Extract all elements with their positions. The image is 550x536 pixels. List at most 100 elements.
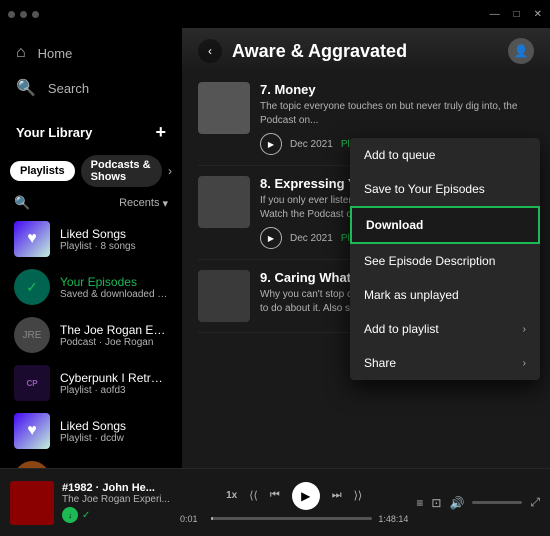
ctx-mark-unplayed[interactable]: Mark as unplayed	[350, 278, 540, 312]
sidebar-item-search[interactable]: 🔍 Search	[0, 70, 182, 106]
episode-7-play-button[interactable]: ▶	[260, 133, 282, 155]
skip-forward-button[interactable]: ⏭	[332, 489, 342, 502]
user-icon[interactable]: 👤	[508, 38, 534, 64]
sidebar-search-label: Search	[48, 81, 89, 96]
player-track-title: #1982 · John He...	[62, 482, 172, 494]
tab-playlists[interactable]: Playlists	[10, 161, 75, 181]
library-search-row: 🔍 Recents ▾	[0, 191, 182, 215]
ctx-add-queue[interactable]: Add to queue	[350, 138, 540, 172]
your-episodes-thumb: ✓	[14, 269, 50, 305]
library-header: Your Library +	[0, 114, 182, 151]
liked-songs-2-info: Liked Songs Playlist · dcdw	[60, 419, 126, 444]
home-icon: ⌂	[16, 44, 26, 62]
tab-arrow-icon: ›	[168, 164, 172, 178]
episode-9-thumb	[198, 270, 250, 322]
liked-songs-title: Liked Songs	[60, 227, 136, 241]
back-button[interactable]: ‹	[198, 39, 222, 63]
time-current: 0:01	[180, 514, 205, 524]
ctx-save-episodes[interactable]: Save to Your Episodes	[350, 172, 540, 206]
jre-title: The Joe Rogan Experi...	[60, 323, 168, 337]
liked-songs-2-thumb: ♥	[14, 413, 50, 449]
library-item-cyberpunk[interactable]: CP Cyberpunk I Retro Future Playlist · a…	[0, 359, 182, 407]
minimize-button[interactable]: —	[490, 9, 500, 20]
forward-button[interactable]: ⟩⟩	[354, 489, 363, 502]
player-buttons: 1x ⟨⟨ ⏮ ▶ ⏭ ⟩⟩	[226, 482, 362, 510]
titlebar-dots	[8, 11, 39, 18]
library-item-taylor-swift[interactable]: TS Taylor Swift Artist	[0, 455, 182, 468]
close-button[interactable]: ✕	[534, 9, 542, 20]
player-badges: ↓ ✓	[62, 507, 172, 523]
sidebar-item-home[interactable]: ⌂ Home	[0, 36, 182, 70]
player-thumbnail	[10, 481, 54, 525]
episode-8-date: Dec 2021	[290, 233, 333, 244]
ctx-download[interactable]: Download	[350, 206, 540, 244]
play-pause-button[interactable]: ▶	[292, 482, 320, 510]
library-search-icon[interactable]: 🔍	[14, 195, 30, 211]
episode-8-play-button[interactable]: ▶	[260, 227, 282, 249]
your-episodes-title: Your Episodes	[60, 275, 168, 289]
library-item-jre[interactable]: JRE The Joe Rogan Experi... Podcast · Jo…	[0, 311, 182, 359]
sidebar-nav: ⌂ Home 🔍 Search	[0, 28, 182, 114]
library-item-liked-songs-2[interactable]: ♥ Liked Songs Playlist · dcdw	[0, 407, 182, 455]
devices-icon[interactable]: ⊡	[431, 496, 441, 510]
dot-1	[8, 11, 15, 18]
ctx-see-description[interactable]: See Episode Description	[350, 244, 540, 278]
window-controls: — □ ✕	[490, 9, 542, 20]
jre-info: The Joe Rogan Experi... Podcast · Joe Ro…	[60, 323, 168, 348]
progress-bar[interactable]	[211, 517, 372, 520]
rewind-button[interactable]: ⟨⟨	[249, 489, 258, 502]
library-item-liked-songs[interactable]: ♥ Liked Songs Playlist · 8 songs	[0, 215, 182, 263]
progress-fill	[211, 517, 213, 520]
main-layout: ⌂ Home 🔍 Search Your Library + Playlists…	[0, 28, 550, 468]
episode-7-number: 7. Money	[260, 82, 534, 97]
podcast-title: Aware & Aggravated	[232, 41, 498, 62]
taylor-thumb: TS	[14, 461, 50, 468]
dot-3	[32, 11, 39, 18]
your-episodes-sub: Saved & downloaded ep...	[60, 289, 168, 300]
maximize-button[interactable]: □	[514, 9, 520, 20]
player-right-controls: ≡ ⊡ 🔊 ⤢	[416, 495, 540, 510]
library-list: ♥ Liked Songs Playlist · 8 songs ✓ Your …	[0, 215, 182, 468]
sidebar-home-label: Home	[38, 46, 73, 61]
fullscreen-icon[interactable]: ⤢	[530, 495, 540, 510]
recents-button[interactable]: Recents ▾	[119, 197, 168, 210]
time-total: 1:48:14	[378, 514, 408, 524]
volume-bar[interactable]	[472, 501, 522, 504]
liked-songs-sub: Playlist · 8 songs	[60, 241, 136, 252]
ctx-add-playlist-label: Add to playlist	[364, 322, 439, 336]
library-label: Your Library	[16, 125, 92, 140]
cyberpunk-sub: Playlist · aofd3	[60, 385, 168, 396]
ctx-share[interactable]: Share ›	[350, 346, 540, 380]
your-episodes-info: Your Episodes Saved & downloaded ep...	[60, 275, 168, 300]
ctx-share-arrow-icon: ›	[523, 358, 526, 369]
sidebar: ⌂ Home 🔍 Search Your Library + Playlists…	[0, 28, 182, 468]
jre-sub: Podcast · Joe Rogan	[60, 337, 168, 348]
player-info: #1982 · John He... The Joe Rogan Experi.…	[62, 482, 172, 523]
episode-7-thumb	[198, 82, 250, 134]
context-menu: Add to queue Save to Your Episodes Downl…	[350, 138, 540, 380]
player-track-subtitle: The Joe Rogan Experi...	[62, 494, 172, 505]
library-item-your-episodes[interactable]: ✓ Your Episodes Saved & downloaded ep...	[0, 263, 182, 311]
skip-back-button[interactable]: ⏮	[270, 489, 280, 502]
queue-icon[interactable]: ≡	[416, 496, 423, 510]
cyberpunk-title: Cyberpunk I Retro Future	[60, 371, 168, 385]
player-download-badge: ↓	[62, 507, 78, 523]
episode-8-thumb	[198, 176, 250, 228]
ctx-add-playlist[interactable]: Add to playlist ›	[350, 312, 540, 346]
player-check-badge: ✓	[82, 510, 90, 521]
cyberpunk-thumb: CP	[14, 365, 50, 401]
recents-chevron-icon: ▾	[162, 197, 168, 210]
volume-icon[interactable]: 🔊	[449, 496, 464, 510]
recents-label: Recents	[119, 197, 159, 209]
playback-speed-button[interactable]: 1x	[226, 490, 237, 501]
progress-row: 0:01 1:48:14	[180, 514, 408, 524]
player-bar: #1982 · John He... The Joe Rogan Experi.…	[0, 468, 550, 536]
liked-songs-info: Liked Songs Playlist · 8 songs	[60, 227, 136, 252]
episode-7-date: Dec 2021	[290, 139, 333, 150]
player-controls: 1x ⟨⟨ ⏮ ▶ ⏭ ⟩⟩ 0:01 1:48:14	[180, 482, 408, 524]
library-add-button[interactable]: +	[155, 122, 166, 143]
content-area: ‹ Aware & Aggravated 👤 7. Money The topi…	[182, 28, 550, 468]
liked-songs-2-title: Liked Songs	[60, 419, 126, 433]
tab-podcasts[interactable]: Podcasts & Shows	[81, 155, 162, 187]
episode-7-desc: The topic everyone touches on but never …	[260, 100, 534, 128]
